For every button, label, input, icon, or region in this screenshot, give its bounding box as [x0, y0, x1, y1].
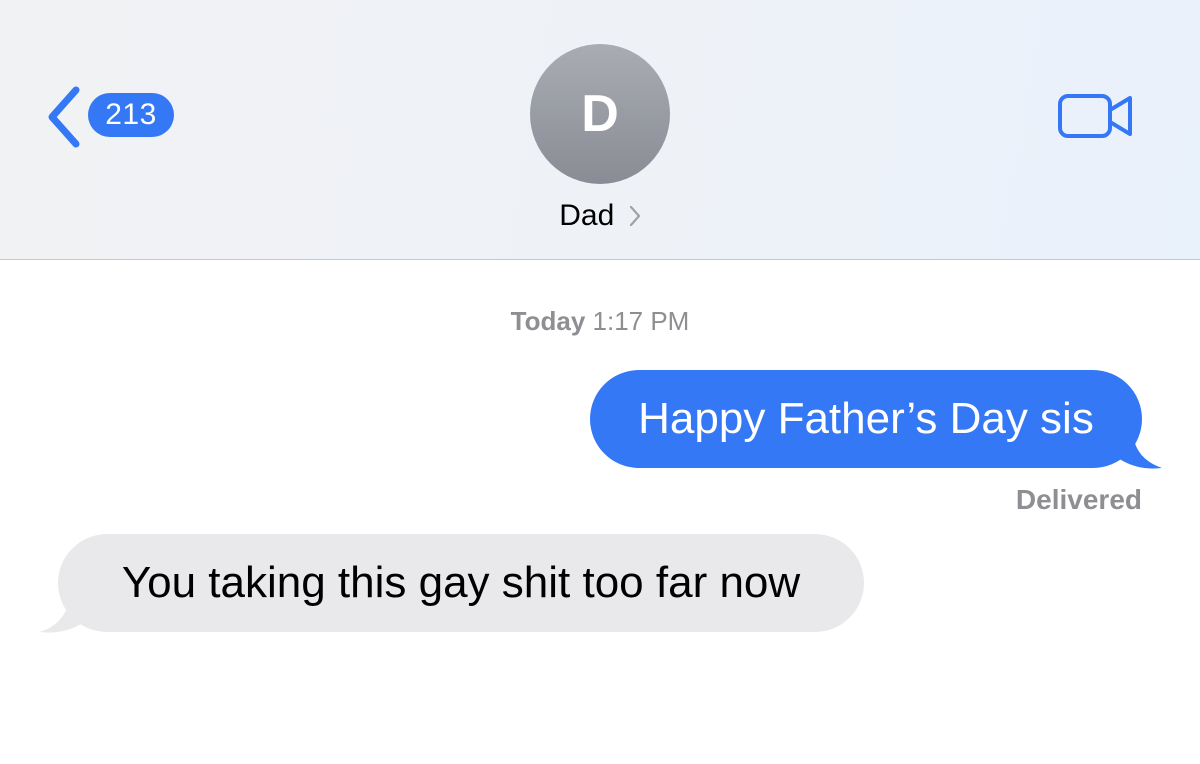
message-timestamp: Today 1:17 PM — [0, 306, 1200, 337]
conversation-header: 213 D Dad — [0, 0, 1200, 260]
video-call-button[interactable] — [1056, 88, 1136, 144]
unread-count-badge: 213 — [88, 93, 174, 137]
messages-screen: 213 D Dad Today 1:17 PM Happy Father’s D… — [0, 0, 1200, 764]
contact-details-button[interactable]: Dad — [500, 194, 700, 238]
delivery-status: Delivered — [1015, 484, 1142, 515]
sent-message-bubble[interactable]: Happy Father’s Day sis — [590, 370, 1142, 468]
timestamp-day: Today — [510, 306, 586, 336]
video-camera-icon — [1058, 94, 1132, 138]
chevron-right-icon — [629, 205, 640, 227]
chevron-left-icon — [48, 86, 80, 148]
contact-name: Dad — [559, 199, 615, 232]
contact-avatar[interactable]: D — [530, 44, 670, 184]
timestamp-time: 1:17 PM — [592, 306, 690, 336]
back-button[interactable]: 213 — [40, 82, 180, 148]
received-message-bubble[interactable]: You taking this gay shit too far now — [58, 534, 864, 632]
